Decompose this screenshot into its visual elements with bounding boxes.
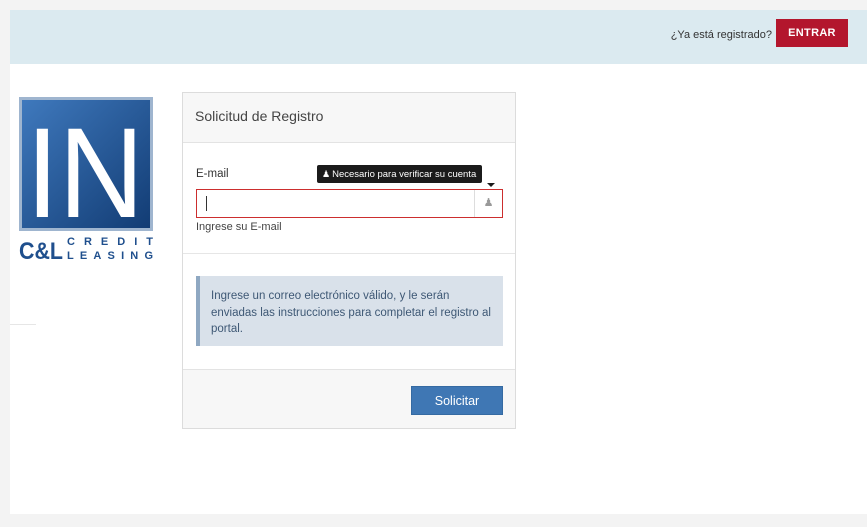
logo-big-letters: IN: [26, 102, 144, 245]
divider: [10, 324, 36, 325]
logo-mark: C&L: [19, 238, 63, 265]
email-help-text: Ingrese su E-mail: [196, 221, 282, 233]
email-field[interactable]: [197, 190, 473, 217]
panel-header: Solicitud de Registro: [183, 93, 515, 143]
email-field-group: ♟: [196, 189, 503, 218]
top-bar: ¿Ya está registrado? ENTRAR: [10, 10, 867, 64]
panel-footer: Solicitar: [183, 369, 515, 428]
email-label: E-mail: [196, 168, 229, 180]
company-logo: IN C&L CREDIT LEASING: [19, 97, 167, 267]
logo-graphic: IN C&L CREDIT LEASING: [19, 97, 153, 265]
user-icon: ♟: [322, 169, 331, 179]
login-button[interactable]: ENTRAR: [776, 19, 848, 47]
logo-word-leasing: LEASING: [67, 250, 153, 262]
already-registered-text: ¿Ya está registrado?: [670, 29, 772, 41]
section-divider: [183, 253, 515, 254]
submit-request-button[interactable]: Solicitar: [411, 386, 503, 415]
page-frame: ¿Ya está registrado? ENTRAR IN C&L CREDI…: [10, 10, 867, 514]
user-icon: ♟: [474, 190, 502, 217]
info-alert: Ingrese un correo electrónico válido, y …: [196, 276, 503, 346]
text-cursor: [206, 196, 207, 211]
tooltip-text: Necesario para verificar su cuenta: [332, 169, 477, 180]
panel-title: Solicitud de Registro: [195, 108, 324, 124]
registration-panel: Solicitud de Registro E-mail ♟ Necesario …: [182, 92, 516, 429]
email-tooltip: ♟ Necesario para verificar su cuenta: [317, 165, 496, 187]
